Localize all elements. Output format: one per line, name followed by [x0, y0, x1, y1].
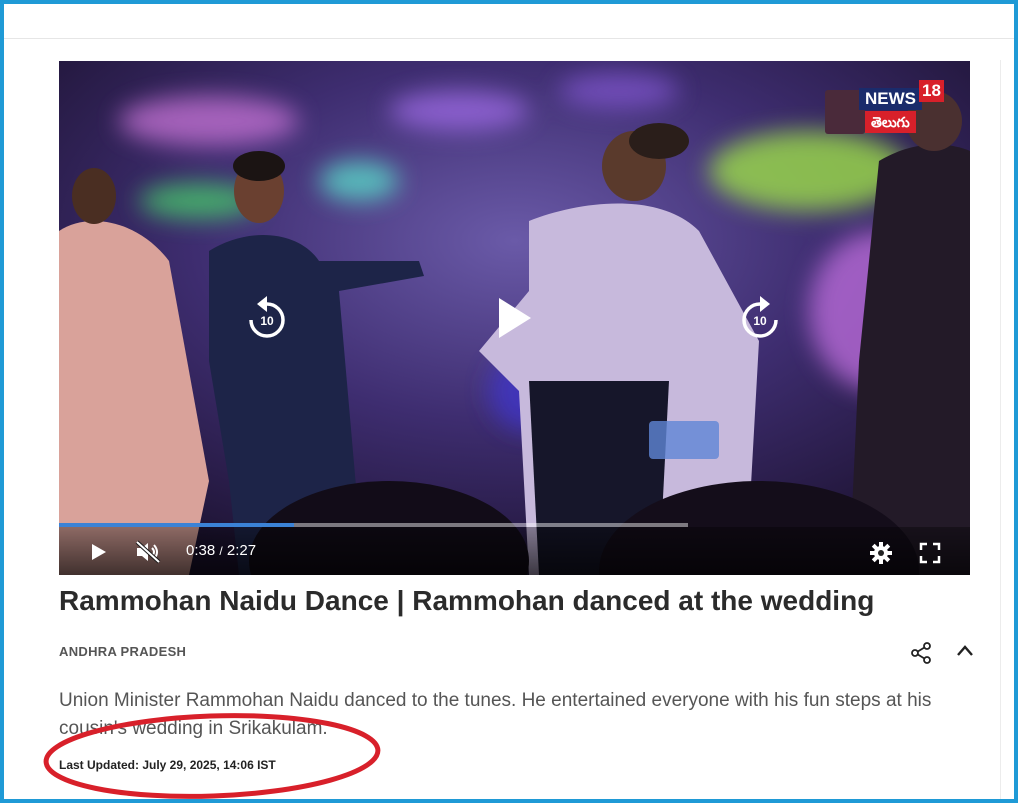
- settings-gear-icon: [870, 542, 892, 564]
- top-bar: [4, 4, 1014, 39]
- article-summary: Union Minister Rammohan Naidu danced to …: [59, 690, 932, 739]
- forward-10-icon: 10: [742, 296, 778, 338]
- play-center-button[interactable]: [497, 296, 533, 340]
- chevron-up-icon: [957, 645, 973, 656]
- mute-button[interactable]: [135, 540, 161, 564]
- volume-muted-icon: [135, 540, 161, 564]
- share-icon: [911, 642, 931, 664]
- share-button[interactable]: [909, 641, 933, 665]
- category-label[interactable]: ANDHRA PRADESH: [59, 644, 186, 659]
- progress-fill: [59, 523, 294, 527]
- time-display: 0:38 / 2:27: [186, 542, 256, 560]
- play-icon: [92, 544, 106, 560]
- fullscreen-button[interactable]: [919, 542, 941, 564]
- replay-10-icon: 10: [249, 296, 285, 338]
- article-headline: Rammohan Naidu Dance | Rammohan danced a…: [59, 585, 875, 616]
- content-divider: [1000, 60, 1001, 800]
- watermark-language: తెలుగు: [865, 111, 916, 133]
- play-button[interactable]: [89, 542, 109, 562]
- current-time: 0:38: [186, 542, 216, 559]
- watermark-news: NEWS: [859, 88, 922, 110]
- fullscreen-icon: [919, 542, 941, 564]
- news18-watermark: NEWS 18 తెలుగు: [825, 78, 945, 136]
- forward-10-label: 10: [753, 314, 767, 328]
- forward-10-button[interactable]: 10: [738, 294, 782, 342]
- settings-button[interactable]: [869, 541, 893, 565]
- collapse-button[interactable]: [955, 641, 975, 661]
- duration: 2:27: [226, 542, 257, 559]
- progress-bar[interactable]: [59, 523, 688, 527]
- video-player[interactable]: NEWS 18 తెలుగు 10 10 0:38 / 2:27: [59, 61, 970, 575]
- last-updated: Last Updated: July 29, 2025, 14:06 IST: [59, 758, 276, 772]
- time-separator: /: [219, 544, 223, 558]
- replay-10-button[interactable]: 10: [245, 294, 289, 342]
- play-icon: [499, 298, 531, 338]
- replay-10-label: 10: [260, 314, 274, 328]
- watermark-number: 18: [919, 80, 944, 102]
